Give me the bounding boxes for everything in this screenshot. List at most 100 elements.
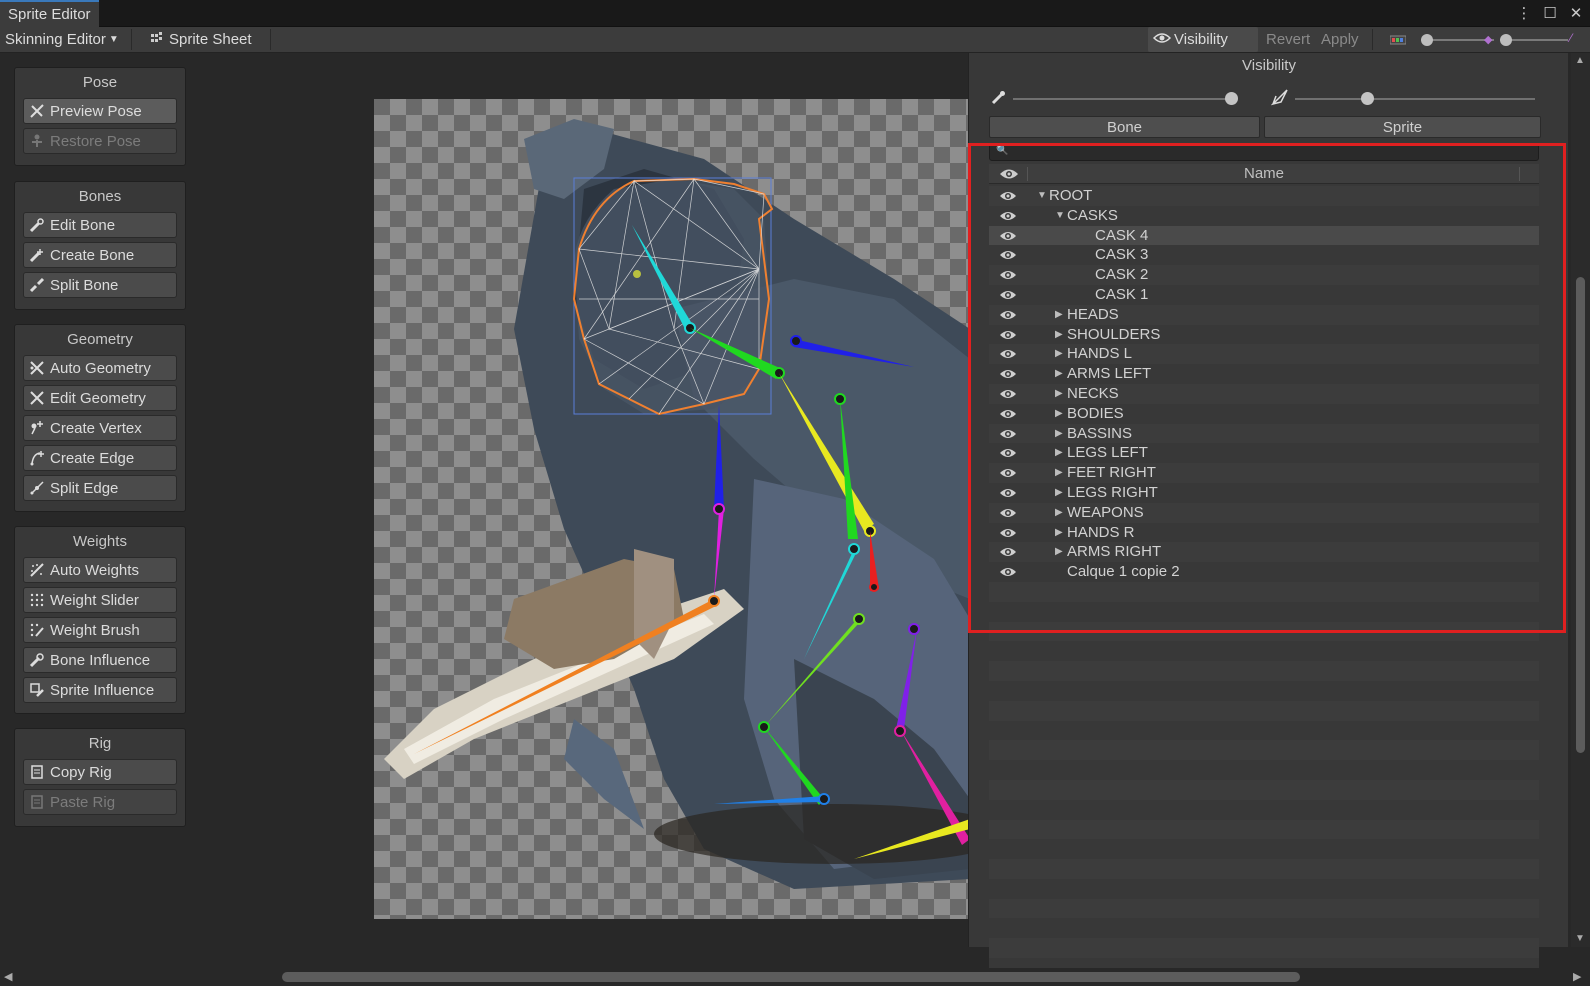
tab-sprite[interactable]: Sprite — [1264, 116, 1541, 138]
expand-arrow-right-icon[interactable]: ▶ — [1055, 329, 1065, 340]
search-field[interactable]: 🔍 — [989, 143, 1539, 161]
expand-arrow-right-icon[interactable]: ▶ — [1055, 368, 1065, 379]
tree-row[interactable]: ▶ ARMS RIGHT — [989, 542, 1539, 563]
create-vertex-button[interactable]: Create Vertex — [23, 415, 177, 441]
mip-slider-knob[interactable] — [1500, 34, 1512, 46]
tab-sprite-editor[interactable]: Sprite Editor — [0, 0, 99, 27]
restore-pose-button[interactable]: Restore Pose — [23, 128, 177, 154]
copy-rig-button[interactable]: Copy Rig — [23, 759, 177, 785]
tree-row[interactable]: ▶ WEAPONS — [989, 502, 1539, 523]
visibility-eye-icon[interactable] — [999, 387, 1017, 401]
visibility-eye-icon[interactable] — [999, 268, 1017, 282]
bone-opacity-slider-knob[interactable] — [1225, 92, 1238, 105]
expand-arrow-right-icon[interactable]: ▶ — [1055, 428, 1065, 439]
preview-pose-button[interactable]: Preview Pose — [23, 98, 177, 124]
revert-button[interactable]: Revert — [1261, 27, 1315, 52]
tree-row[interactable]: ▶ BASSINS — [989, 423, 1539, 444]
expand-arrow-right-icon[interactable]: ▶ — [1055, 447, 1065, 458]
expand-arrow-right-icon[interactable]: ▶ — [1055, 388, 1065, 399]
visibility-eye-icon[interactable] — [999, 209, 1017, 223]
visibility-eye-icon[interactable] — [999, 427, 1017, 441]
edit-bone-button[interactable]: Edit Bone — [23, 212, 177, 238]
bone-influence-button[interactable]: Bone Influence — [23, 647, 177, 673]
zoom-slider-knob[interactable] — [1421, 34, 1433, 46]
tree-row[interactable]: ▶ SHOULDERS — [989, 324, 1539, 345]
close-icon[interactable]: ✕ — [1568, 4, 1584, 22]
visibility-eye-icon[interactable] — [999, 229, 1017, 243]
expand-arrow-right-icon[interactable]: ▶ — [1055, 408, 1065, 419]
tree-row[interactable]: ▶ HANDS R — [989, 522, 1539, 543]
tree-row[interactable]: Calque 1 copie 2 — [989, 562, 1539, 582]
visibility-eye-icon[interactable] — [999, 506, 1017, 520]
color-toggle-icon[interactable] — [1385, 27, 1411, 52]
sprite-canvas[interactable] — [374, 99, 970, 919]
name-column-header[interactable]: Name — [989, 165, 1539, 182]
visibility-eye-icon[interactable] — [999, 446, 1017, 460]
expand-arrow-right-icon[interactable]: ▶ — [1055, 527, 1065, 538]
create-bone-button[interactable]: Create Bone — [23, 242, 177, 268]
visibility-eye-icon[interactable] — [999, 328, 1017, 342]
auto-geometry-button[interactable]: Auto Geometry — [23, 355, 177, 381]
tree-row[interactable]: ▼ CASKS — [989, 205, 1539, 226]
tree-row[interactable]: ▼ ROOT — [989, 186, 1539, 206]
sprite-influence-button[interactable]: Sprite Influence — [23, 677, 177, 703]
mode-dropdown[interactable]: Skinning Editor ▼ — [0, 27, 124, 52]
visibility-eye-icon[interactable] — [999, 486, 1017, 500]
expand-arrow-right-icon[interactable]: ▶ — [1055, 348, 1065, 359]
tree-row[interactable]: ▶ HANDS L — [989, 344, 1539, 365]
create-edge-button[interactable]: Create Edge — [23, 445, 177, 471]
auto-weights-button[interactable]: Auto Weights — [23, 557, 177, 583]
tree-row[interactable]: CASK 1 — [989, 284, 1539, 305]
tab-bone[interactable]: Bone — [989, 116, 1260, 138]
tree-row[interactable]: CASK 3 — [989, 245, 1539, 266]
horizontal-scrollbar[interactable]: ◀ ▶ — [0, 968, 1590, 986]
tree-row[interactable]: ▶ LEGS RIGHT — [989, 482, 1539, 503]
tree-row[interactable]: ▶ BODIES — [989, 403, 1539, 424]
mesh-opacity-slider-knob[interactable] — [1361, 92, 1374, 105]
split-bone-button[interactable]: Split Bone — [23, 272, 177, 298]
visibility-eye-icon[interactable] — [999, 545, 1017, 559]
scroll-right-icon[interactable]: ▶ — [1573, 970, 1581, 983]
visibility-eye-icon[interactable] — [999, 565, 1017, 579]
expand-arrow-right-icon[interactable]: ▶ — [1055, 507, 1065, 518]
tree-row[interactable]: ▶ NECKS — [989, 383, 1539, 404]
tree-row[interactable]: CASK 2 — [989, 265, 1539, 285]
expand-arrow-right-icon[interactable]: ▶ — [1055, 546, 1065, 557]
apply-button[interactable]: Apply — [1316, 27, 1364, 52]
visibility-eye-icon[interactable] — [999, 248, 1017, 262]
tree-row[interactable]: ▶ FEET RIGHT — [989, 463, 1539, 483]
visibility-eye-icon[interactable] — [999, 526, 1017, 540]
tree-row[interactable]: ▶ ARMS LEFT — [989, 364, 1539, 384]
tree-row[interactable]: CASK 4 — [989, 225, 1539, 246]
search-input[interactable] — [1008, 144, 1528, 160]
expand-arrow-right-icon[interactable]: ▶ — [1055, 309, 1065, 320]
visibility-eye-icon[interactable] — [999, 367, 1017, 381]
edit-geometry-button[interactable]: Edit Geometry — [23, 385, 177, 411]
scroll-down-icon[interactable]: ▼ — [1575, 933, 1585, 944]
maximize-icon[interactable]: ☐ — [1542, 4, 1558, 22]
expand-arrow-down-icon[interactable]: ▼ — [1037, 190, 1047, 201]
bone-opacity-slider-track[interactable] — [1013, 98, 1231, 100]
visibility-eye-icon[interactable] — [999, 288, 1017, 302]
visibility-toggle-button[interactable]: Visibility — [1148, 27, 1258, 52]
weight-brush-button[interactable]: Weight Brush — [23, 617, 177, 643]
vertical-scrollbar[interactable]: ▲ ▼ — [1571, 53, 1590, 947]
visibility-eye-icon[interactable] — [999, 189, 1017, 203]
visibility-eye-icon[interactable] — [999, 466, 1017, 480]
visibility-eye-icon[interactable] — [999, 308, 1017, 322]
expand-arrow-right-icon[interactable]: ▶ — [1055, 487, 1065, 498]
expand-arrow-down-icon[interactable]: ▼ — [1055, 210, 1065, 221]
split-edge-button[interactable]: Split Edge — [23, 475, 177, 501]
mesh-opacity-slider-track[interactable] — [1295, 98, 1535, 100]
sprite-sheet-button[interactable]: Sprite Sheet — [146, 27, 257, 52]
visibility-eye-icon[interactable] — [999, 347, 1017, 361]
tree-row[interactable]: ▶ LEGS LEFT — [989, 443, 1539, 464]
tree-row[interactable]: ▶ HEADS — [989, 304, 1539, 325]
horizontal-scroll-thumb[interactable] — [282, 972, 1300, 982]
expand-arrow-right-icon[interactable]: ▶ — [1055, 467, 1065, 478]
scroll-left-icon[interactable]: ◀ — [4, 970, 12, 983]
more-options-icon[interactable]: ⋮ — [1516, 4, 1532, 22]
weight-slider-button[interactable]: Weight Slider — [23, 587, 177, 613]
visibility-eye-icon[interactable] — [999, 407, 1017, 421]
scroll-up-icon[interactable]: ▲ — [1575, 55, 1585, 66]
